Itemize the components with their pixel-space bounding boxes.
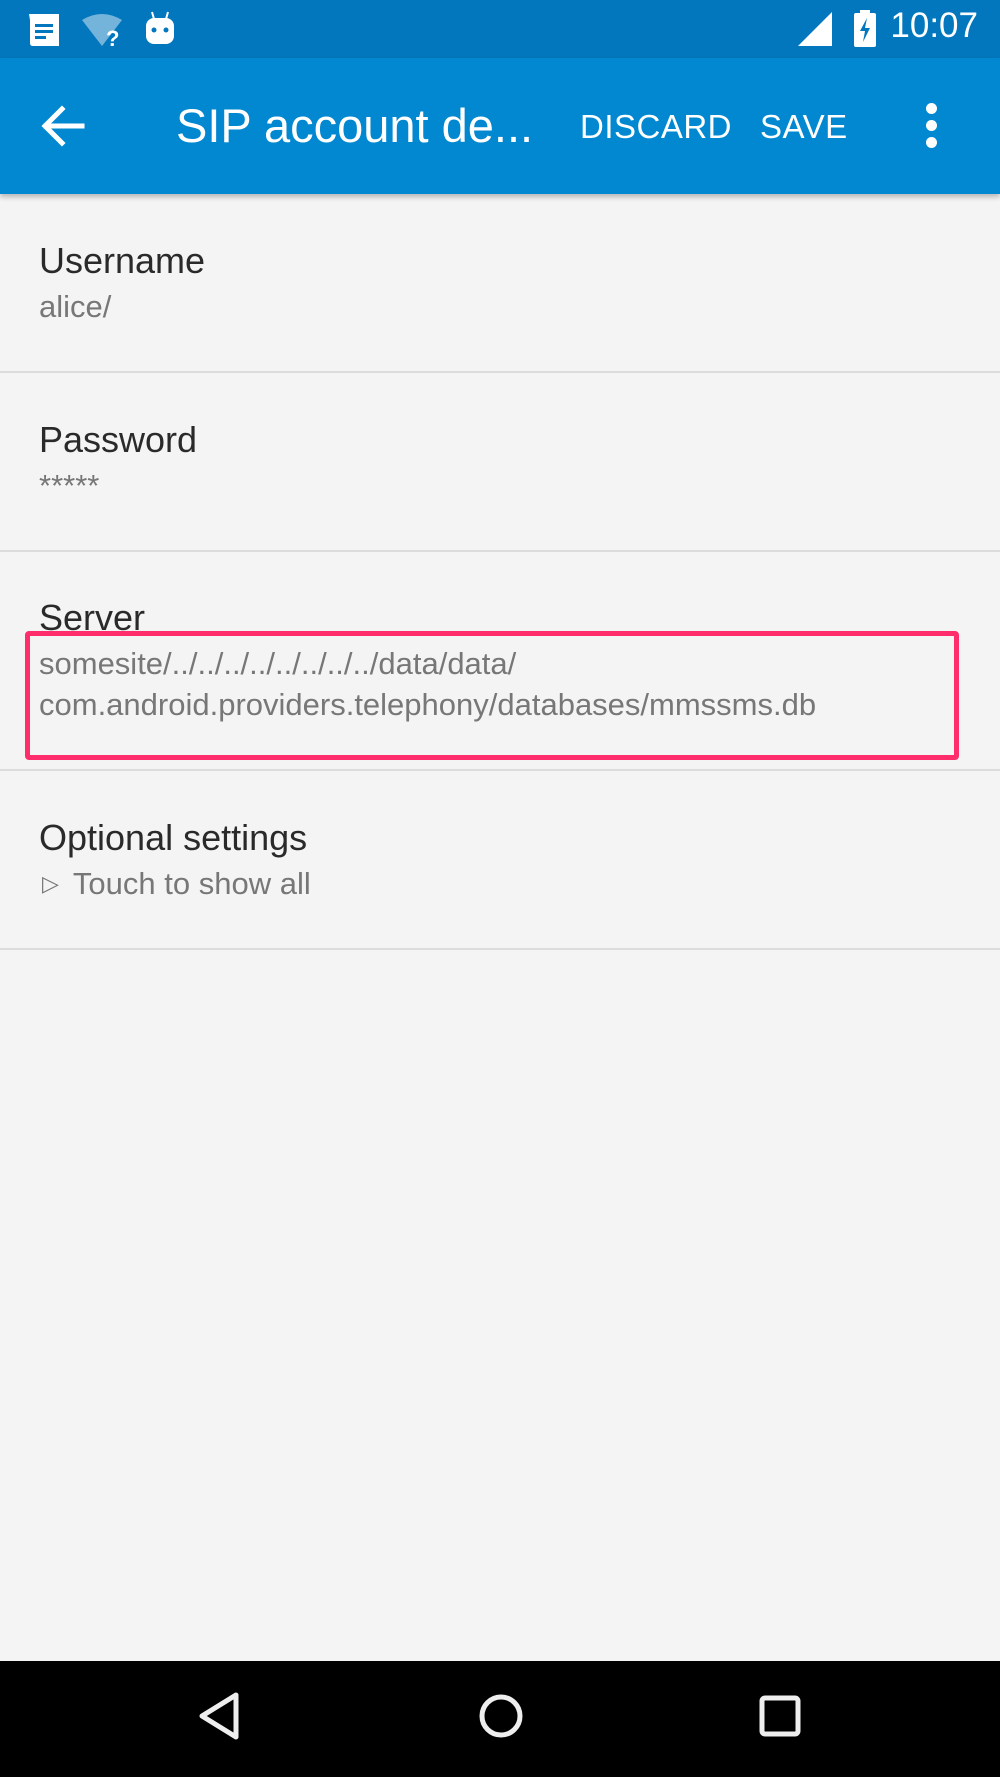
pref-password[interactable]: Password *****: [0, 373, 1000, 552]
arrow-back-icon: [41, 105, 85, 147]
server-value-line2: com.android.providers.telephony/database…: [39, 687, 817, 722]
pref-username-title: Username: [39, 240, 206, 281]
android-debug-icon: [144, 10, 176, 51]
save-button[interactable]: SAVE: [760, 108, 848, 146]
pref-optional-settings[interactable]: Optional settings ▷ Touch to show all: [0, 771, 1000, 950]
navigation-bar: [0, 1661, 1000, 1777]
clock: 10:07: [890, 6, 978, 45]
page-title: SIP account de...: [176, 99, 534, 152]
app-bar: SIP account de... DISCARD SAVE: [0, 58, 1000, 194]
pref-username[interactable]: Username alice/: [0, 194, 1000, 373]
pref-username-value: alice/: [39, 289, 112, 324]
pref-server[interactable]: Server somesite/../../../../../../../../…: [0, 552, 1000, 771]
wifi-unknown-icon: ?: [80, 12, 126, 53]
pref-password-value: *****: [39, 468, 100, 503]
pref-password-title: Password: [39, 419, 198, 460]
overflow-menu-button[interactable]: [915, 103, 949, 149]
pref-optional-title: Optional settings: [39, 817, 308, 858]
nav-back-icon: [199, 1692, 239, 1740]
pref-server-title: Server: [39, 597, 146, 638]
svg-text:?: ?: [106, 26, 119, 48]
server-value-line1: somesite/../../../../../../../../data/da…: [39, 646, 517, 681]
preference-list: Username alice/ Password ***** Server so…: [0, 194, 1000, 950]
expand-triangle-icon: ▷: [42, 871, 59, 896]
pref-optional-summary-text: Touch to show all: [72, 866, 311, 901]
nav-home-icon: [479, 1694, 523, 1738]
status-bar: ? 10:07: [0, 0, 1000, 58]
cell-signal-icon: [798, 12, 834, 51]
messaging-notification-icon: [27, 12, 61, 53]
pref-optional-summary: ▷ Touch to show all: [42, 863, 311, 907]
nav-back-button[interactable]: [198, 1691, 242, 1746]
battery-charging-icon: [853, 10, 877, 53]
discard-button[interactable]: DISCARD: [580, 108, 732, 146]
nav-recents-icon: [759, 1695, 801, 1737]
back-button[interactable]: [40, 103, 90, 149]
nav-recents-button[interactable]: [758, 1691, 802, 1746]
nav-home-button[interactable]: [477, 1691, 525, 1746]
